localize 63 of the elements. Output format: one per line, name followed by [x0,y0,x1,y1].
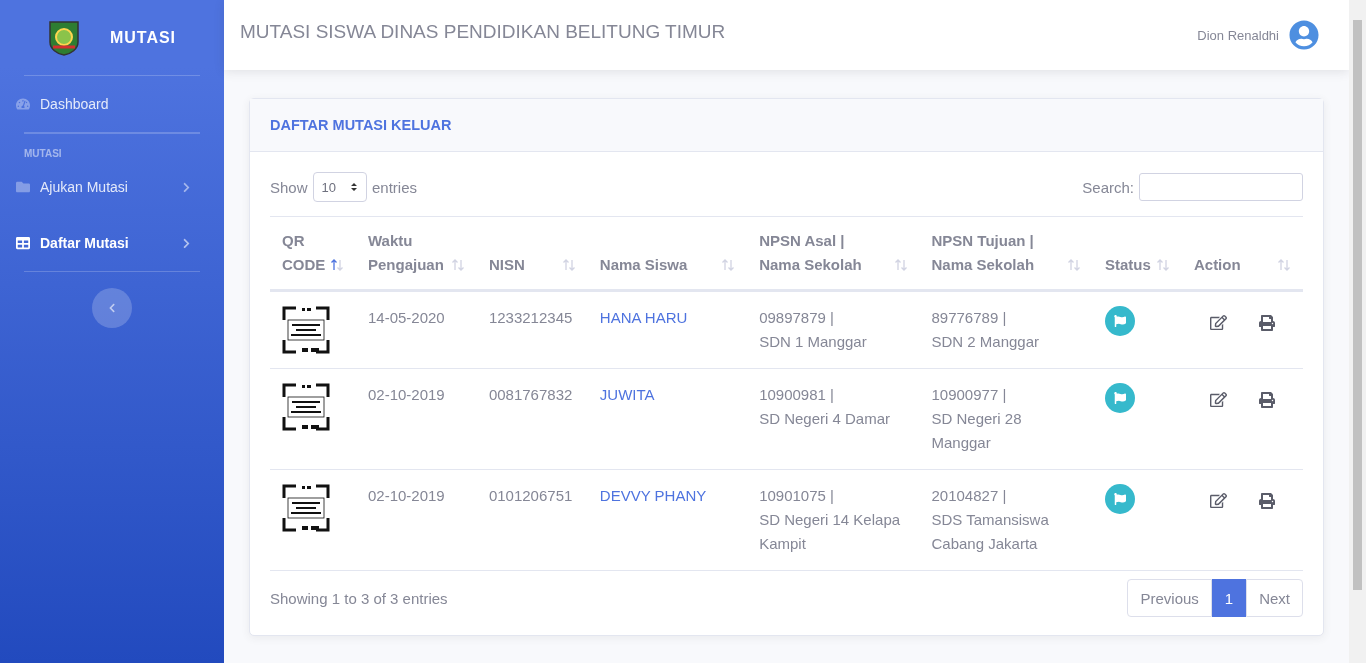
edit-icon [1209,314,1227,331]
column-header[interactable]: NPSN Asal | Nama Sekolah [759,229,862,277]
qr-code-image [282,484,330,532]
pagination-button[interactable]: Previous [1127,579,1212,617]
show-label: Show [270,178,308,196]
edit-icon [1209,492,1227,509]
school-text: 89776789 | SDN 2 Manggar [931,309,1040,350]
qr-code-image [282,383,330,431]
sidebar-heading: MUTASI [24,133,200,159]
sidebar-item[interactable]: Ajukan Mutasi [0,159,208,215]
card-title: DAFTAR MUTASI KELUAR [270,117,452,133]
search-field[interactable] [1139,173,1303,201]
school-text: 10900981 | SD Negeri 4 Damar [759,386,891,427]
folder-icon [16,180,30,194]
table-icon [16,236,30,250]
school-text: 10900977 | SD Negeri 28 Manggar [931,386,1022,451]
column-header[interactable]: NPSN Tujuan | Nama Sekolah [931,229,1035,277]
column-header[interactable]: Status [1105,253,1151,277]
user-avatar-icon[interactable] [1289,20,1319,50]
pagination-button[interactable]: Next [1246,579,1303,617]
nisn-cell: 0101206751 [488,487,573,504]
flag-icon [1114,315,1126,327]
school-text: 20104827 | SDS Tamansiswa Cabang Jakarta [931,487,1049,552]
printer-icon [1258,392,1275,408]
scrollbar[interactable] [1349,0,1366,663]
column-header[interactable]: QR CODE [282,229,326,277]
gauge-icon [16,97,30,111]
chevron-right-icon [181,237,192,249]
entries-select[interactable]: 10 [312,172,367,202]
qr-code-image [282,306,330,354]
brand-title: MUTASI [109,28,177,47]
entries-label: entries [372,178,418,196]
entries-info: Showing 1 to 3 of 3 entries [270,589,448,607]
school-text: 10901075 | SD Negeri 14 Kelapa Kampit [759,487,901,552]
student-name-link[interactable]: DEVVY PHANY [599,487,707,504]
flag-icon [1114,392,1126,404]
student-name-link[interactable]: JUWITA [599,386,655,403]
student-name-link[interactable]: HANA HARU [599,309,688,326]
column-header[interactable]: Action [1193,253,1241,277]
column-header[interactable]: Nama Siswa [599,253,688,277]
nisn-cell: 0081767832 [488,386,573,403]
sidebar-item[interactable]: Dashboard [0,76,208,132]
pagination-button[interactable]: 1 [1211,579,1247,617]
search-label: Search: [1082,178,1134,196]
school-text: 09897879 | SDN 1 Manggar [759,309,867,350]
flag-icon [1114,493,1126,505]
page-title: MUTASI SISWA DINAS PENDIDIKAN BELITUNG TIMUR [240,21,727,43]
date-cell: 02-10-2019 [368,487,445,504]
user-name[interactable]: Dion Renaldhi [1197,27,1279,43]
up-down-caret-icon [350,181,358,193]
column-header[interactable]: NISN [488,253,525,277]
date-cell: 02-10-2019 [368,386,445,403]
nisn-cell: 1233212345 [488,309,573,326]
column-header[interactable]: Waktu Pengajuan [368,229,447,277]
date-cell: 14-05-2020 [368,309,445,326]
sidebar-item[interactable]: Daftar Mutasi [0,215,208,271]
printer-icon [1258,493,1275,509]
printer-icon [1258,315,1275,331]
edit-icon [1209,391,1227,408]
emblem-logo [47,19,80,56]
chevron-left-icon [107,303,117,313]
chevron-right-icon [181,181,192,193]
sidebar-toggle-button[interactable] [92,288,132,328]
